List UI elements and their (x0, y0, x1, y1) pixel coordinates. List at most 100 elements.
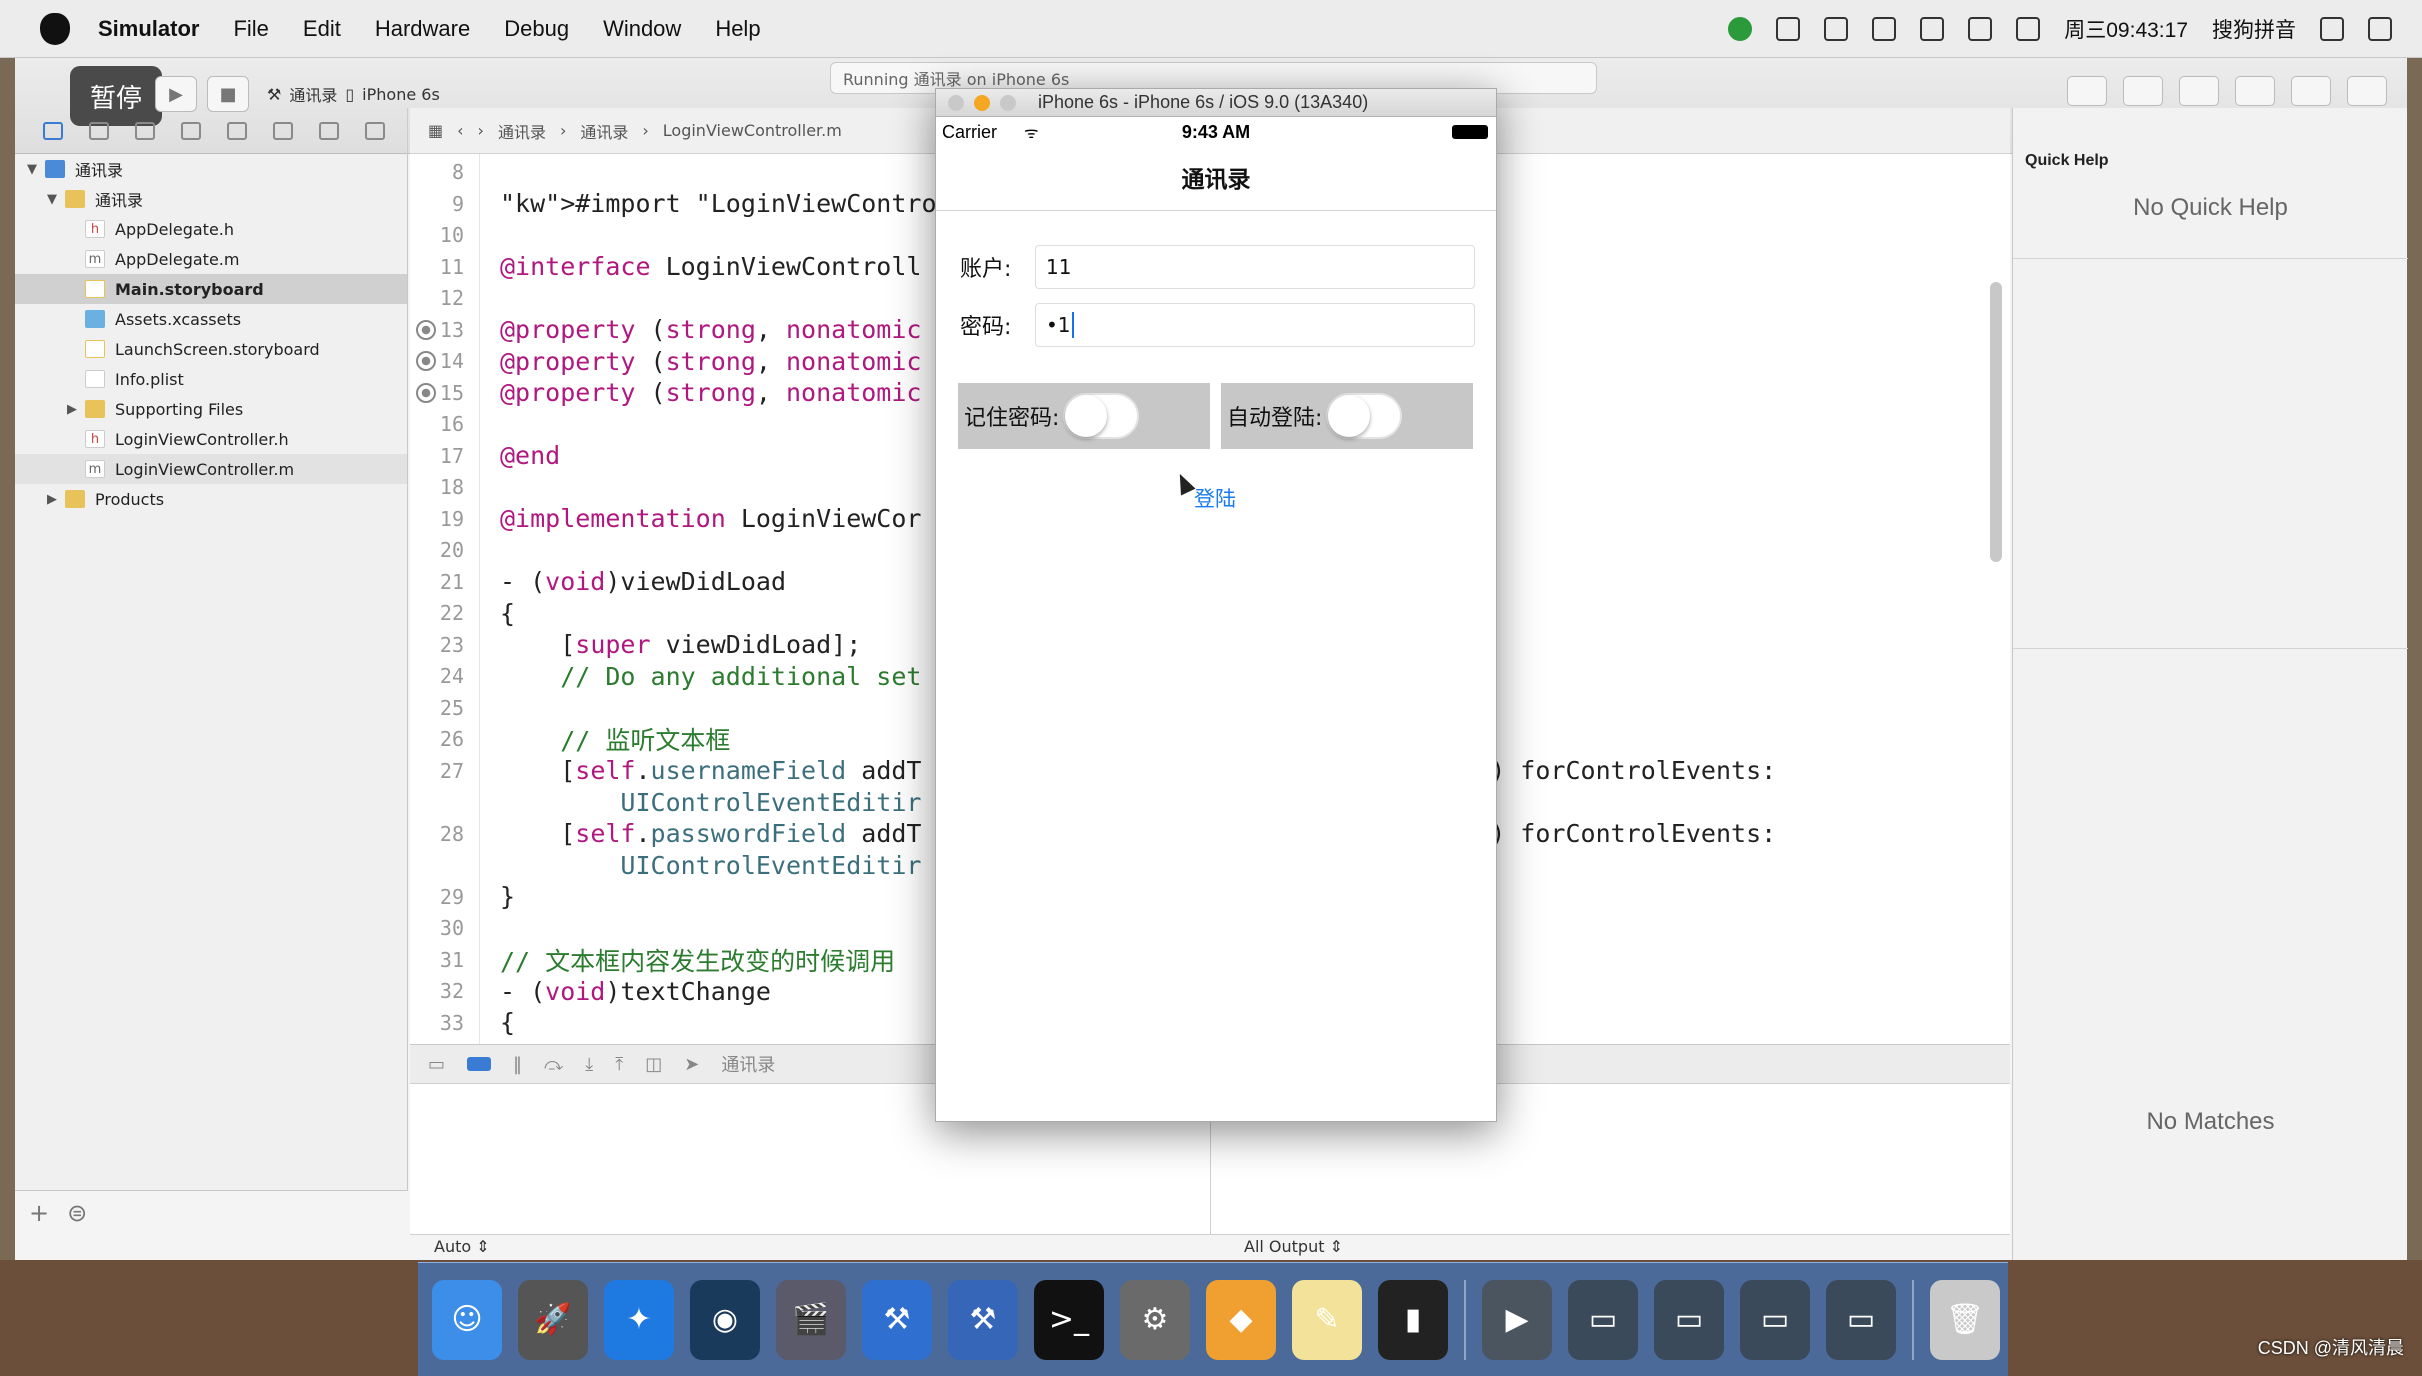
screen-record-icon[interactable] (1776, 17, 1801, 41)
pause-debug-icon[interactable]: ‖ (513, 1054, 522, 1075)
stop-button[interactable]: ■ (207, 76, 249, 112)
password-field[interactable]: •1 (1035, 303, 1475, 347)
assistant-editor-button[interactable] (2123, 76, 2163, 106)
navigator-item[interactable]: ▼ 通讯录 (15, 154, 407, 184)
bluetooth-icon[interactable] (1872, 17, 1897, 41)
view-hierarchy-icon[interactable]: ◫ (645, 1054, 662, 1075)
project-navigator-icon[interactable] (43, 122, 63, 140)
disclosure-icon[interactable]: ▼ (25, 162, 39, 177)
menu-window[interactable]: Window (603, 16, 681, 42)
all-output-select[interactable]: All Output ⇕ (1244, 1237, 1343, 1256)
screen-4-icon[interactable]: ▭ (1826, 1279, 1896, 1360)
scheme-selector[interactable]: ⚒ 通讯录 ▯ iPhone 6s (267, 76, 440, 112)
minimize-window-icon[interactable] (974, 94, 990, 111)
menu-debug[interactable]: Debug (504, 16, 569, 42)
menu-clock[interactable]: 周三09:43:17 (2064, 14, 2188, 44)
location-icon[interactable]: ➤ (684, 1054, 699, 1075)
status-green-icon[interactable] (1728, 17, 1753, 41)
debug-navigator-icon[interactable] (273, 122, 293, 140)
system-preferences-icon[interactable]: ⚙ (1120, 1279, 1190, 1360)
navigator-item[interactable]: h LoginViewController.h (15, 424, 407, 454)
toggle-navigator-button[interactable] (2235, 76, 2275, 106)
terminal-icon[interactable]: >_ (1034, 1279, 1104, 1360)
report-navigator-icon[interactable] (365, 122, 385, 140)
add-icon[interactable]: + (29, 1199, 49, 1227)
auto-login-switch[interactable] (1326, 393, 1403, 439)
navigator-item[interactable]: ▼ 通讯录 (15, 184, 407, 214)
safari-icon[interactable]: ✦ (604, 1279, 674, 1360)
trash-icon[interactable]: 🗑 (1930, 1279, 2000, 1360)
launchpad-icon[interactable]: 🚀 (518, 1279, 588, 1360)
jump-project[interactable]: 通讯录 (498, 119, 546, 143)
screen-2-icon[interactable]: ▭ (1654, 1279, 1724, 1360)
breakpoints-toggle-icon[interactable] (467, 1057, 492, 1071)
finder-icon[interactable]: ☺ (432, 1279, 502, 1360)
imovie-icon[interactable]: 🎬 (776, 1279, 846, 1360)
step-over-icon[interactable]: ⤼ (544, 1054, 563, 1075)
disclosure-icon[interactable]: ▶ (45, 492, 59, 507)
wifi-icon[interactable] (1968, 17, 1993, 41)
jump-group[interactable]: 通讯录 (580, 119, 628, 143)
issue-navigator-icon[interactable] (181, 122, 201, 140)
toggle-debug-button[interactable] (2291, 76, 2331, 106)
outlet-connection-icon[interactable] (416, 351, 436, 371)
filter-icon[interactable]: ⊜ (67, 1199, 87, 1227)
xcode-icon[interactable]: ⚒ (862, 1279, 932, 1360)
related-items-icon[interactable]: ▦ (428, 121, 443, 140)
menu-app-name[interactable]: Simulator (98, 16, 199, 42)
navigator-item[interactable]: h AppDelegate.h (15, 214, 407, 244)
toggle-inspector-button[interactable] (2347, 76, 2387, 106)
back-icon[interactable]: ‹ (457, 121, 463, 140)
menu-help[interactable]: Help (715, 16, 760, 42)
navigator-item[interactable]: m LoginViewController.m (15, 454, 407, 484)
screen-3-icon[interactable]: ▭ (1740, 1279, 1810, 1360)
version-editor-button[interactable] (2179, 76, 2219, 106)
zoom-window-icon[interactable] (1000, 94, 1016, 111)
debug-target[interactable]: 通讯录 (721, 1051, 775, 1077)
account-field[interactable]: 11 (1035, 245, 1475, 289)
screen-1-icon[interactable]: ▭ (1568, 1279, 1638, 1360)
outlet-connection-icon[interactable] (416, 382, 436, 403)
navigator-item[interactable]: Assets.xcassets (15, 304, 407, 334)
symbol-navigator-icon[interactable] (89, 122, 109, 140)
navigator-item[interactable]: Main.storyboard (15, 274, 407, 304)
hide-debug-icon[interactable]: ▭ (428, 1054, 445, 1075)
standard-editor-button[interactable] (2067, 76, 2107, 106)
breakpoint-navigator-icon[interactable] (319, 122, 339, 140)
jump-file[interactable]: LoginViewController.m (663, 121, 842, 140)
navigator-item[interactable]: Info.plist (15, 364, 407, 394)
sketch-icon[interactable]: ◆ (1206, 1279, 1276, 1360)
forward-icon[interactable]: › (478, 121, 484, 140)
input-method[interactable]: 搜狗拼音 (2212, 14, 2296, 44)
navigator-item[interactable]: ▶ Products (15, 484, 407, 514)
step-out-icon[interactable]: ⤒ (615, 1054, 623, 1075)
close-window-icon[interactable] (948, 94, 964, 111)
notification-list-icon[interactable] (2368, 17, 2392, 41)
test-navigator-icon[interactable] (227, 122, 247, 140)
auto-variables-select[interactable]: Auto ⇕ (434, 1237, 490, 1256)
run-button[interactable]: ▶ (155, 76, 197, 112)
navigator-item[interactable]: LaunchScreen.storyboard (15, 334, 407, 364)
spotlight-icon[interactable] (2320, 17, 2344, 41)
disclosure-icon[interactable]: ▶ (65, 402, 79, 417)
instruments-icon[interactable]: ⚒ (948, 1279, 1018, 1360)
find-navigator-icon[interactable] (135, 122, 155, 140)
remember-password-switch[interactable] (1063, 393, 1140, 439)
menu-edit[interactable]: Edit (303, 16, 341, 42)
lock-icon[interactable] (1920, 17, 1945, 41)
mouse-icon[interactable]: ◉ (690, 1279, 760, 1360)
quicktime-icon[interactable]: ▶ (1482, 1279, 1552, 1360)
plus-icon[interactable] (1824, 17, 1849, 41)
navigator-item[interactable]: m AppDelegate.m (15, 244, 407, 274)
disclosure-icon[interactable]: ▼ (45, 192, 59, 207)
outlet-connection-icon[interactable] (416, 319, 436, 340)
apple-icon[interactable] (40, 12, 70, 45)
volume-icon[interactable] (2016, 17, 2041, 41)
login-button[interactable]: 登陆 (1194, 483, 1236, 513)
menu-hardware[interactable]: Hardware (375, 16, 470, 42)
menu-file[interactable]: File (233, 16, 268, 42)
console-icon[interactable]: ▮ (1378, 1279, 1448, 1360)
step-in-icon[interactable]: ⤓ (585, 1054, 593, 1075)
notes-icon[interactable]: ✎ (1292, 1279, 1362, 1360)
navigator-item[interactable]: ▶ Supporting Files (15, 394, 407, 424)
